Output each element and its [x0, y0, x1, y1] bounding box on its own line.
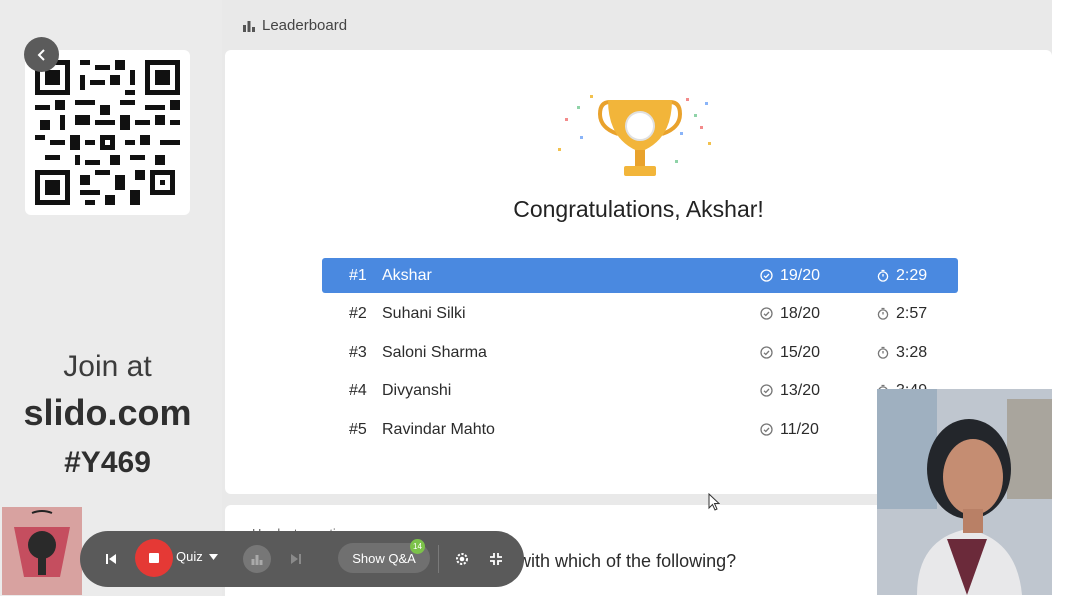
- check-circle-icon: [760, 307, 773, 320]
- next-button[interactable]: [287, 550, 305, 568]
- event-code: #Y469: [64, 446, 151, 479]
- leaderboard-button[interactable]: [243, 545, 271, 573]
- chevron-left-icon: [37, 48, 45, 61]
- time-value: 3:28: [896, 343, 928, 361]
- presenter-image: [877, 389, 1052, 595]
- time: 2:29: [877, 267, 927, 285]
- score: 13/20: [760, 382, 820, 400]
- score-value: 13/20: [780, 381, 821, 399]
- participant-name: Saloni Sharma: [382, 343, 487, 361]
- time: 2:57: [877, 305, 927, 323]
- logo-graphic: [2, 507, 82, 595]
- participant-name: Divyanshi: [382, 381, 452, 399]
- stop-button[interactable]: [135, 539, 173, 577]
- join-site: slido.com: [23, 392, 192, 433]
- stopwatch-icon: [877, 346, 889, 359]
- check-circle-icon: [760, 423, 773, 436]
- rank: #1: [349, 266, 367, 284]
- presenter-toolbar: Quiz Show Q&A 14: [80, 531, 524, 587]
- gear-icon: [456, 553, 468, 565]
- back-button[interactable]: [24, 37, 59, 72]
- score-value: 18/20: [780, 304, 821, 322]
- check-circle-icon: [760, 346, 773, 359]
- caret-down-icon: [208, 553, 218, 560]
- page-header: Leaderboard: [242, 14, 347, 36]
- show-qa-label: Show Q&A: [352, 550, 416, 566]
- rank: #4: [349, 381, 367, 399]
- qa-count-badge: 14: [410, 539, 425, 554]
- time: 3:28: [877, 344, 927, 362]
- leaderboard-row: #4 Divyanshi 13/20 3:49: [322, 373, 958, 408]
- score-value: 19/20: [780, 266, 821, 284]
- stop-icon: [149, 553, 159, 563]
- score: 18/20: [760, 305, 820, 323]
- rank: #5: [349, 420, 367, 438]
- institution-logo: [2, 507, 82, 595]
- exit-fullscreen-button[interactable]: [486, 549, 506, 569]
- trophy-icon: [558, 95, 711, 176]
- skip-previous-icon: [106, 554, 116, 564]
- score: 11/20: [760, 421, 819, 439]
- rank: #3: [349, 343, 367, 361]
- participant-name: Suhani Silki: [382, 304, 466, 322]
- score: 19/20: [760, 267, 820, 285]
- participant-name: Akshar: [382, 266, 432, 284]
- hardest-question-text: with which of the following?: [518, 551, 737, 571]
- leaderboard-row: #3 Saloni Sharma 15/20 3:28: [322, 335, 958, 370]
- settings-button[interactable]: [452, 549, 472, 569]
- score: 15/20: [760, 344, 820, 362]
- leaderboard-row: #2 Suhani Silki 18/20 2:57: [322, 296, 958, 331]
- stopwatch-icon: [877, 307, 889, 320]
- score-value: 15/20: [780, 343, 821, 361]
- page-title: Leaderboard: [262, 16, 348, 34]
- time-value: 2:57: [896, 304, 928, 322]
- leaderboard-icon: [243, 20, 255, 32]
- time-value: 2:29: [896, 266, 928, 284]
- rank: #2: [349, 304, 367, 322]
- presentation-stage: Join at slido.com #Y469 Leaderboard Cong…: [0, 0, 1052, 596]
- leaderboard-row: #5 Ravindar Mahto 11/20: [322, 412, 958, 447]
- check-circle-icon: [760, 384, 773, 397]
- presenter-video: [877, 389, 1052, 595]
- leaderboard-icon: [251, 554, 263, 565]
- previous-button[interactable]: [102, 550, 120, 568]
- toolbar-divider: [438, 545, 439, 573]
- participant-name: Ravindar Mahto: [382, 420, 495, 438]
- window-edge: [1052, 0, 1070, 596]
- join-label: Join at: [63, 350, 152, 383]
- check-circle-icon: [760, 269, 773, 282]
- exit-fullscreen-icon: [490, 553, 502, 565]
- score-value: 11/20: [780, 420, 819, 438]
- quiz-dropdown[interactable]: Quiz: [176, 549, 218, 564]
- mouse-cursor-icon: [708, 493, 720, 511]
- skip-next-icon: [291, 554, 301, 564]
- quiz-label: Quiz: [176, 549, 203, 564]
- leaderboard-row: #1 Akshar 19/20 2:29: [322, 258, 958, 293]
- qr-code-card: [25, 50, 190, 215]
- congrats-heading: Congratulations, Akshar!: [513, 196, 764, 222]
- stopwatch-icon: [877, 269, 889, 282]
- qr-code: [35, 60, 180, 205]
